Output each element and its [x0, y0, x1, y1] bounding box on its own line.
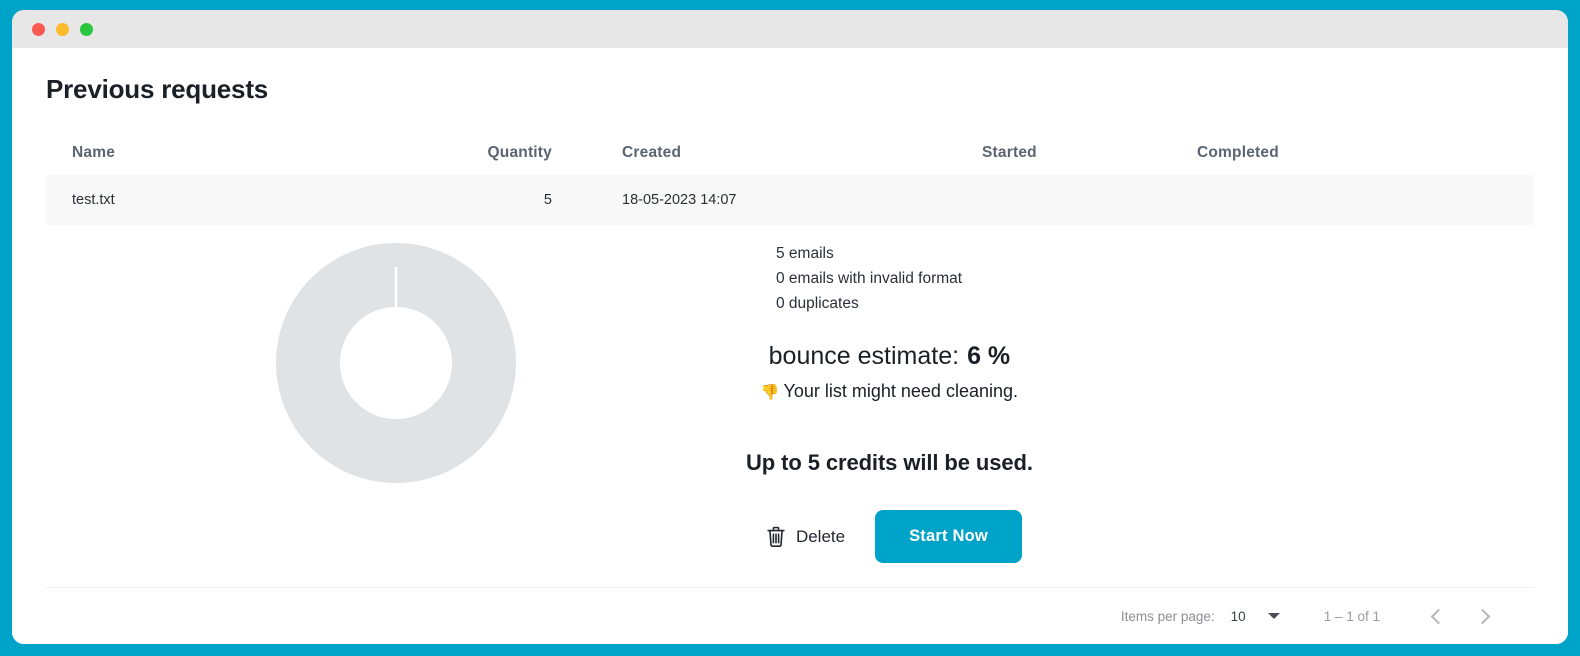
previous-page-button[interactable] [1416, 594, 1460, 638]
close-window-icon[interactable] [32, 22, 45, 36]
cleaning-hint: 👎 Your list might need cleaning. [746, 381, 1033, 402]
chevron-right-icon [1474, 608, 1490, 624]
page-content: Previous requests Name Quantity Created … [12, 48, 1568, 644]
detail-actions: Delete Start Now [746, 510, 1033, 563]
column-header-created: Created [622, 144, 682, 161]
start-now-button[interactable]: Start Now [875, 510, 1022, 563]
cell-created: 18-05-2023 14:07 [622, 192, 737, 208]
items-per-page-label: Items per page: [1120, 608, 1215, 624]
bounce-donut-chart [276, 243, 516, 483]
bounce-estimate-value: 6 % [967, 342, 1011, 370]
stat-invalid-format: 0 emails with invalid format [776, 270, 963, 287]
items-per-page-value: 10 [1230, 608, 1246, 624]
app-window: Previous requests Name Quantity Created … [12, 10, 1568, 644]
window-titlebar [12, 10, 1568, 48]
column-header-quantity: Quantity [487, 144, 552, 161]
column-header-completed: Completed [1197, 144, 1279, 161]
delete-button-label: Delete [795, 526, 846, 546]
cell-name: test.txt [72, 192, 115, 208]
credits-notice: Up to 5 credits will be used. [746, 450, 1033, 475]
delete-button[interactable]: Delete [757, 519, 853, 555]
paginator: Items per page: 10 1 – 1 of 1 [46, 588, 1534, 644]
bounce-estimate: bounce estimate: 6 % [746, 342, 1033, 371]
cell-quantity: 5 [543, 192, 552, 208]
trash-icon [765, 525, 787, 549]
table-row[interactable]: test.txt 5 18-05-2023 14:07 [46, 175, 1534, 225]
items-per-page-select[interactable]: 10 [1231, 609, 1280, 624]
donut-chart-container [46, 235, 746, 483]
detail-info: 5 emails 0 emails with invalid format 0 … [746, 235, 1033, 563]
previous-requests-table: Name Quantity Created Started Completed … [46, 131, 1534, 225]
cleaning-hint-text: Your list might need cleaning. [783, 381, 1018, 401]
stat-duplicates: 0 duplicates [776, 295, 859, 312]
column-header-name: Name [72, 144, 116, 161]
stat-total-emails: 5 emails [776, 245, 834, 262]
request-detail-panel: 5 emails 0 emails with invalid format 0 … [46, 225, 1534, 563]
pagination-range-label: 1 – 1 of 1 [1323, 608, 1380, 624]
page-title: Previous requests [46, 74, 269, 104]
next-page-button[interactable] [1460, 594, 1504, 638]
bounce-estimate-label: bounce estimate: [768, 342, 960, 370]
email-stats: 5 emails 0 emails with invalid format 0 … [746, 241, 1033, 316]
chevron-left-icon [1430, 608, 1446, 624]
minimize-window-icon[interactable] [56, 22, 69, 36]
maximize-window-icon[interactable] [80, 22, 93, 36]
traffic-lights [32, 22, 93, 36]
chevron-down-icon [1267, 613, 1280, 619]
table-header-row: Name Quantity Created Started Completed [46, 131, 1534, 175]
thumbs-down-icon: 👎 [760, 384, 780, 401]
column-header-started: Started [982, 144, 1037, 161]
